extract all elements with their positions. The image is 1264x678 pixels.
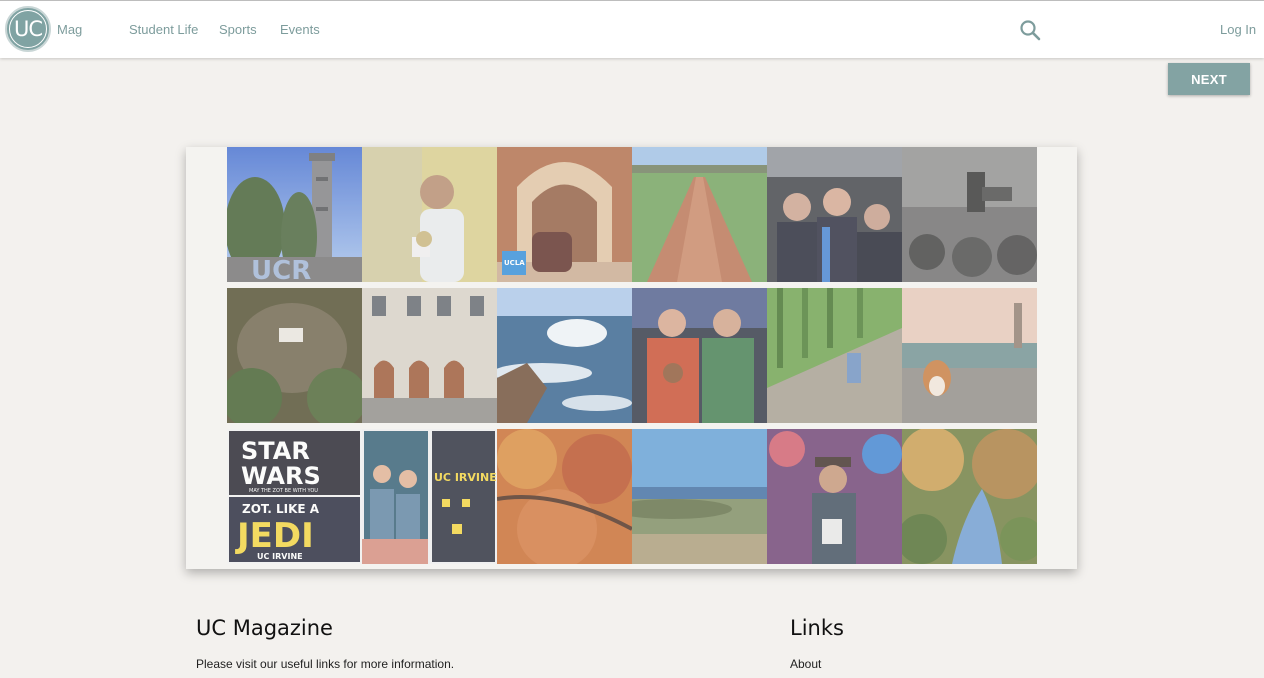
photo-tile-campus-walk[interactable] <box>632 147 767 282</box>
search-icon[interactable] <box>1019 19 1041 41</box>
photo-gallery-card: UCR UCLA STAR WARS MAY THE ZOT BE WITH Y… <box>186 147 1077 569</box>
photo-tile-sweaters[interactable] <box>632 288 767 423</box>
photo-tile-star-wars[interactable]: STAR WARS MAY THE ZOT BE WITH YOU ZOT. L… <box>227 429 362 564</box>
footer-description: Please visit our useful links for more i… <box>196 657 455 671</box>
tile-wars-text: WARS <box>241 462 321 490</box>
tile-ucr-text: UCR <box>251 256 311 282</box>
tile-ucla-badge: UCLA <box>504 259 525 267</box>
brand-label[interactable]: Mag <box>57 22 82 37</box>
tile-star-text: STAR <box>241 437 310 465</box>
tile-jedi-text: JEDI <box>235 516 314 556</box>
login-link[interactable]: Log In <box>1220 22 1256 37</box>
tile-uc-irvine-text: UC IRVINE <box>257 552 303 561</box>
footer-title-links: Links <box>790 616 844 640</box>
photo-grid: UCR UCLA STAR WARS MAY THE ZOT BE WITH Y… <box>227 147 1037 564</box>
photo-tile-coast[interactable] <box>632 429 767 564</box>
photo-tile-tower[interactable]: UCR <box>227 147 362 282</box>
nav-events[interactable]: Events <box>280 22 320 37</box>
photo-tile-church[interactable] <box>902 147 1037 282</box>
photo-tile-arches[interactable]: UCLA <box>497 147 632 282</box>
top-navigation-bar: UC Mag Student Life Sports Events Log In <box>0 0 1264 58</box>
tile-zot-like-text: ZOT. LIKE A <box>242 502 320 516</box>
photo-tile-building[interactable] <box>362 288 497 423</box>
photo-tile-bamboo[interactable] <box>767 288 902 423</box>
photo-tile-speaker[interactable] <box>362 147 497 282</box>
photo-tile-ocean[interactable] <box>497 288 632 423</box>
logo-text: UC <box>9 10 47 48</box>
logo[interactable]: UC <box>5 6 51 52</box>
footer-link-about[interactable]: About <box>790 657 821 671</box>
next-button[interactable]: NEXT <box>1168 63 1250 95</box>
photo-tile-corgi[interactable] <box>902 288 1037 423</box>
photo-tile-graduation[interactable] <box>767 147 902 282</box>
nav-sports[interactable]: Sports <box>219 22 257 37</box>
photo-tile-vintage[interactable]: UC IRVINE <box>362 429 497 564</box>
nav-student-life[interactable]: Student Life <box>129 22 198 37</box>
photo-tile-performer[interactable] <box>767 429 902 564</box>
tile-sweater-text: UC IRVINE <box>434 471 497 484</box>
footer-title-uc-magazine: UC Magazine <box>196 616 333 640</box>
tile-zot-text: MAY THE ZOT BE WITH YOU <box>249 488 318 494</box>
photo-tile-forest-rock[interactable] <box>227 288 362 423</box>
photo-tile-river[interactable] <box>902 429 1037 564</box>
photo-tile-autumn[interactable] <box>497 429 632 564</box>
